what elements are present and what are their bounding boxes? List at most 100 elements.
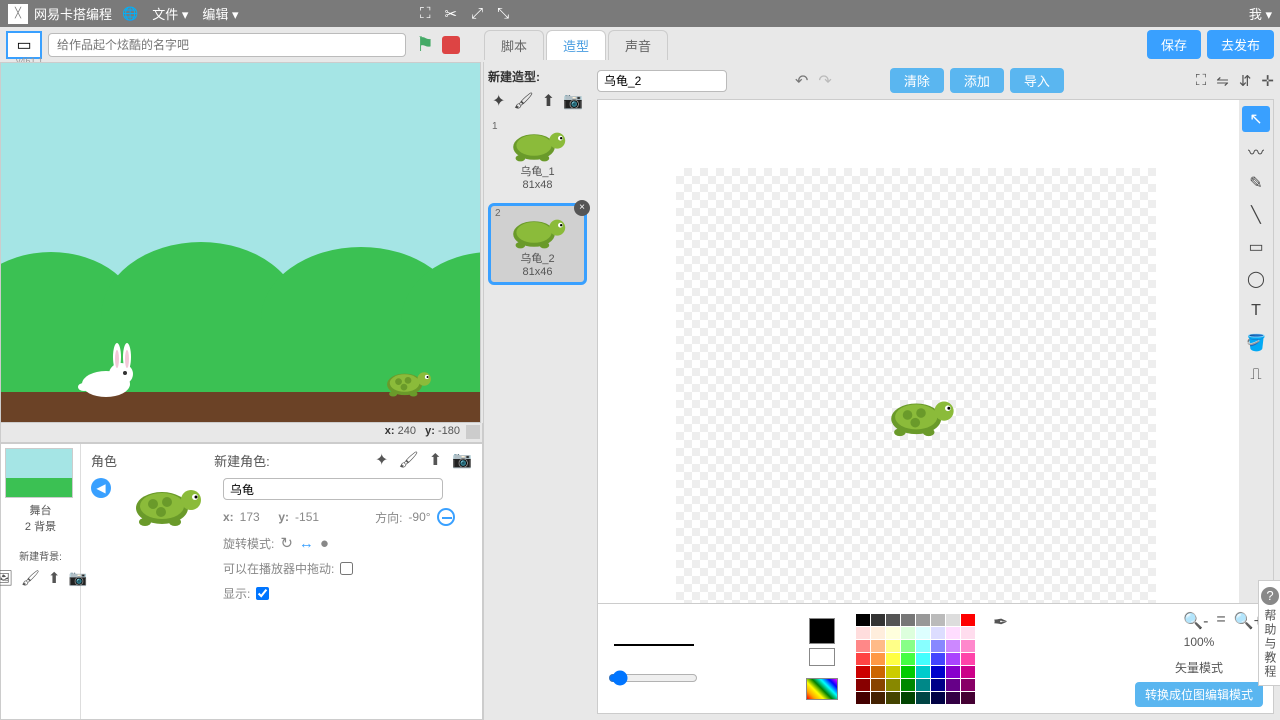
save-button[interactable]: 保存 <box>1147 30 1201 59</box>
palette-swatch[interactable] <box>931 640 945 652</box>
palette-swatch[interactable] <box>856 627 870 639</box>
collapse-icon[interactable]: ◀ <box>91 478 111 498</box>
add-button[interactable]: 添加 <box>950 68 1004 93</box>
draggable-checkbox[interactable] <box>340 562 353 575</box>
edit-menu[interactable]: 编辑 ▾ <box>202 4 238 23</box>
text-tool-icon[interactable]: T <box>1242 298 1270 324</box>
stage-turtle-sprite[interactable] <box>381 364 435 398</box>
palette-swatch[interactable] <box>886 692 900 704</box>
cut-icon[interactable]: ✂ <box>445 5 458 23</box>
zoom-out-icon[interactable]: 🔍- <box>1183 611 1208 631</box>
palette-swatch[interactable] <box>871 640 885 652</box>
palette-swatch[interactable] <box>946 614 960 626</box>
palette-swatch[interactable] <box>886 666 900 678</box>
palette-swatch[interactable] <box>871 692 885 704</box>
palette-swatch[interactable] <box>871 627 885 639</box>
palette-swatch[interactable] <box>901 614 915 626</box>
palette-swatch[interactable] <box>916 640 930 652</box>
file-menu[interactable]: 文件 ▾ <box>152 4 188 23</box>
undo-icon[interactable]: ↶ <box>795 71 808 91</box>
palette-swatch[interactable] <box>901 679 915 691</box>
palette-swatch[interactable] <box>931 679 945 691</box>
palette-swatch[interactable] <box>931 666 945 678</box>
sprite-library-icon[interactable]: ✦ <box>375 450 388 470</box>
palette-swatch[interactable] <box>961 614 975 626</box>
palette-swatch[interactable] <box>901 653 915 665</box>
palette-swatch[interactable] <box>901 640 915 652</box>
palette-swatch[interactable] <box>901 627 915 639</box>
library-icon[interactable]: 🖼 <box>0 569 13 587</box>
zoom-reset-icon[interactable]: = <box>1216 611 1225 631</box>
tab-sounds[interactable]: 声音 <box>608 30 668 60</box>
palette-swatch[interactable] <box>931 627 945 639</box>
palette-swatch[interactable] <box>901 692 915 704</box>
convert-mode-button[interactable]: 转换成位图编辑模式 <box>1135 682 1263 707</box>
upload-icon[interactable]: ⬆ <box>48 569 61 587</box>
palette-swatch[interactable] <box>931 692 945 704</box>
costume-camera-icon[interactable]: 📷 <box>563 91 583 111</box>
palette-swatch[interactable] <box>916 627 930 639</box>
palette-swatch[interactable] <box>916 614 930 626</box>
resize-handle-icon[interactable] <box>466 425 480 439</box>
rotate-all-icon[interactable]: ↻ <box>280 534 293 552</box>
palette-swatch[interactable] <box>931 653 945 665</box>
secondary-color-swatch[interactable] <box>809 648 835 666</box>
ellipse-tool-icon[interactable]: ◯ <box>1242 266 1270 292</box>
palette-swatch[interactable] <box>856 614 870 626</box>
palette-swatch[interactable] <box>886 640 900 652</box>
palette-swatch[interactable] <box>856 679 870 691</box>
stop-icon[interactable] <box>442 36 460 54</box>
import-button[interactable]: 导入 <box>1010 68 1064 93</box>
palette-swatch[interactable] <box>871 653 885 665</box>
costume-name-input[interactable] <box>597 70 727 92</box>
palette-swatch[interactable] <box>856 692 870 704</box>
direction-dial-icon[interactable] <box>437 508 455 526</box>
crop-icon[interactable]: ⛶ <box>1196 72 1207 90</box>
stamp-tool-icon[interactable]: ⎍ <box>1242 362 1270 388</box>
palette-swatch[interactable] <box>916 653 930 665</box>
palette-swatch[interactable] <box>871 666 885 678</box>
paint-icon[interactable]: 🖌 <box>21 569 40 587</box>
grow-icon[interactable]: ⤢ <box>471 5 483 23</box>
select-tool-icon[interactable]: ↖ <box>1242 106 1270 132</box>
line-tool-icon[interactable]: ╲ <box>1242 202 1270 228</box>
stage-rabbit-sprite[interactable] <box>71 339 141 402</box>
reshape-tool-icon[interactable]: 〰 <box>1242 138 1270 164</box>
palette-swatch[interactable] <box>946 692 960 704</box>
globe-icon[interactable]: 🌐 <box>122 6 138 22</box>
green-flag-icon[interactable]: ⚑ <box>416 32 434 57</box>
palette-swatch[interactable] <box>886 614 900 626</box>
palette-swatch[interactable] <box>946 666 960 678</box>
clear-button[interactable]: 清除 <box>890 68 944 93</box>
palette-swatch[interactable] <box>961 666 975 678</box>
palette-swatch[interactable] <box>961 692 975 704</box>
costume-item-2[interactable]: 2 × 乌龟_2 81x46 <box>488 203 587 285</box>
palette-swatch[interactable] <box>916 692 930 704</box>
primary-color-swatch[interactable] <box>809 618 835 644</box>
costume-paint-icon[interactable]: 🖌 <box>513 91 533 111</box>
palette-swatch[interactable] <box>886 627 900 639</box>
stage-thumbnail[interactable] <box>5 448 73 498</box>
palette-swatch[interactable] <box>961 679 975 691</box>
color-palette[interactable] <box>856 614 975 704</box>
rect-tool-icon[interactable]: ▭ <box>1242 234 1270 260</box>
palette-swatch[interactable] <box>916 679 930 691</box>
palette-swatch[interactable] <box>946 653 960 665</box>
palette-swatch[interactable] <box>946 679 960 691</box>
stage-mode-icon[interactable]: ▭ <box>6 31 42 59</box>
redo-icon[interactable]: ↷ <box>818 71 831 91</box>
palette-swatch[interactable] <box>946 627 960 639</box>
delete-costume-icon[interactable]: × <box>574 200 590 216</box>
palette-swatch[interactable] <box>961 627 975 639</box>
stamp-icon[interactable]: ⛶ <box>420 5 431 23</box>
palette-swatch[interactable] <box>871 679 885 691</box>
me-menu[interactable]: 我 ▾ <box>1249 4 1272 23</box>
stroke-width-slider[interactable] <box>608 670 698 686</box>
project-title-input[interactable] <box>48 33 406 57</box>
flip-v-icon[interactable]: ⇵ <box>1239 72 1252 90</box>
sprite-upload-icon[interactable]: ⬆ <box>429 450 442 470</box>
canvas-sprite[interactable] <box>882 390 960 438</box>
flip-h-icon[interactable]: ⇋ <box>1216 72 1229 90</box>
costume-library-icon[interactable]: ✦ <box>492 91 505 111</box>
palette-swatch[interactable] <box>886 653 900 665</box>
